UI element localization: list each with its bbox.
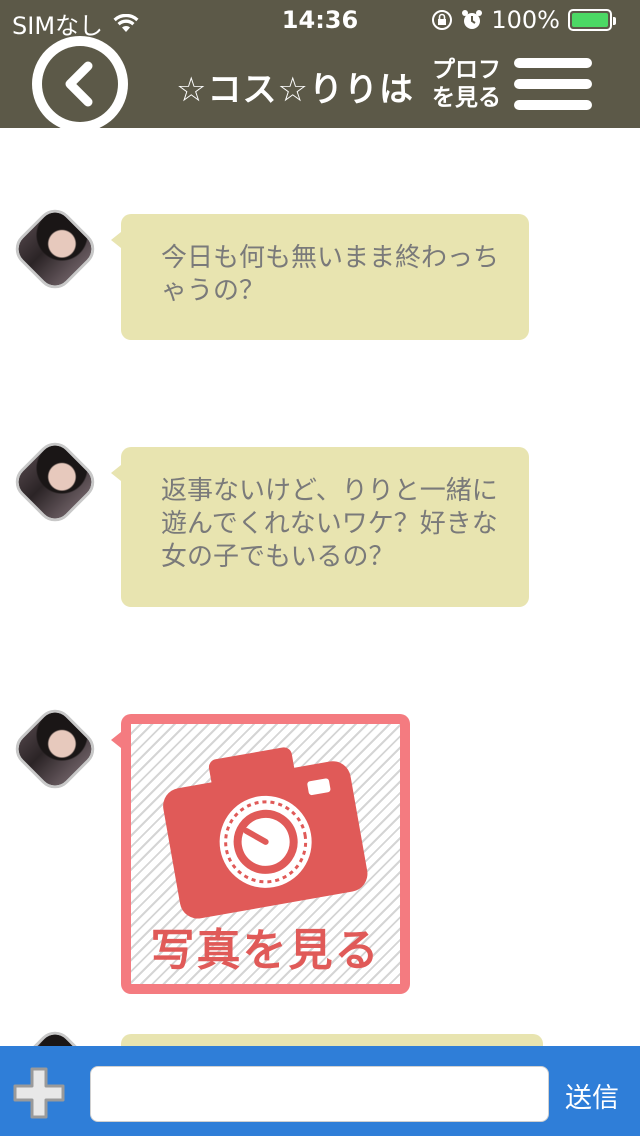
avatar-photo <box>11 1027 99 1046</box>
plus-icon[interactable] <box>12 1066 66 1120</box>
message-text: 今日も何も無いまま終わっちゃうの？ <box>161 243 500 306</box>
battery-tip <box>613 17 616 25</box>
message-input[interactable] <box>90 1066 549 1122</box>
avatar[interactable] <box>8 702 102 796</box>
message-text: 返事ないけど、りりと一緒に遊んでくれないワケ？好きな女の子でもいるの？ <box>161 476 498 572</box>
avatar-photo <box>11 205 99 293</box>
photo-thumbnail: 写真を見る <box>131 724 400 984</box>
message-bubble: 返事ないけど、りりと一緒に遊んでくれないワケ？好きな女の子でもいるの？ <box>111 447 529 607</box>
app-header: SIMなし 14:36 100% ☆コス☆りりは プロフ を見る <box>0 0 640 132</box>
chat-partner-name: ☆コス☆りりは <box>176 70 414 110</box>
chat-messages[interactable]: 今日も何も無いまま終わっちゃうの？ 返事ないけど、りりと一緒に遊んでくれないワケ… <box>0 128 640 1046</box>
message-bubble <box>121 1034 543 1046</box>
view-photo-label: 写真を見る <box>150 925 381 976</box>
avatar[interactable] <box>8 202 102 296</box>
menu-bar-bottom <box>514 100 592 110</box>
message-bubble: 今日も何も無いまま終わっちゃうの？ <box>111 214 529 340</box>
status-right: 100% <box>431 6 616 34</box>
alarm-icon <box>462 10 483 29</box>
menu-bar-top <box>514 58 592 68</box>
avatar[interactable] <box>8 1024 102 1046</box>
menu-bar-middle <box>514 79 592 89</box>
avatar-photo <box>11 705 99 793</box>
avatar[interactable] <box>8 435 102 529</box>
back-arrow-icon <box>65 61 93 107</box>
battery-fill <box>572 13 608 27</box>
send-button[interactable]: 送信 <box>560 1076 624 1115</box>
message-input-bar: 送信 <box>0 1046 640 1136</box>
view-profile-label-line1: プロフ <box>432 57 501 83</box>
hamburger-menu-icon[interactable] <box>514 58 594 112</box>
avatar-photo <box>11 438 99 526</box>
rotation-lock-icon <box>432 10 453 30</box>
view-profile-label-line2: を見る <box>432 85 501 111</box>
photo-message-button[interactable]: 写真を見る <box>111 714 410 994</box>
back-button-inner <box>42 46 118 122</box>
battery-icon <box>568 9 616 31</box>
back-button[interactable] <box>32 36 128 132</box>
status-bar: SIMなし 14:36 100% <box>0 0 640 40</box>
view-profile-button[interactable]: プロフ を見る <box>432 56 512 112</box>
battery-percent: 100% <box>491 6 560 34</box>
